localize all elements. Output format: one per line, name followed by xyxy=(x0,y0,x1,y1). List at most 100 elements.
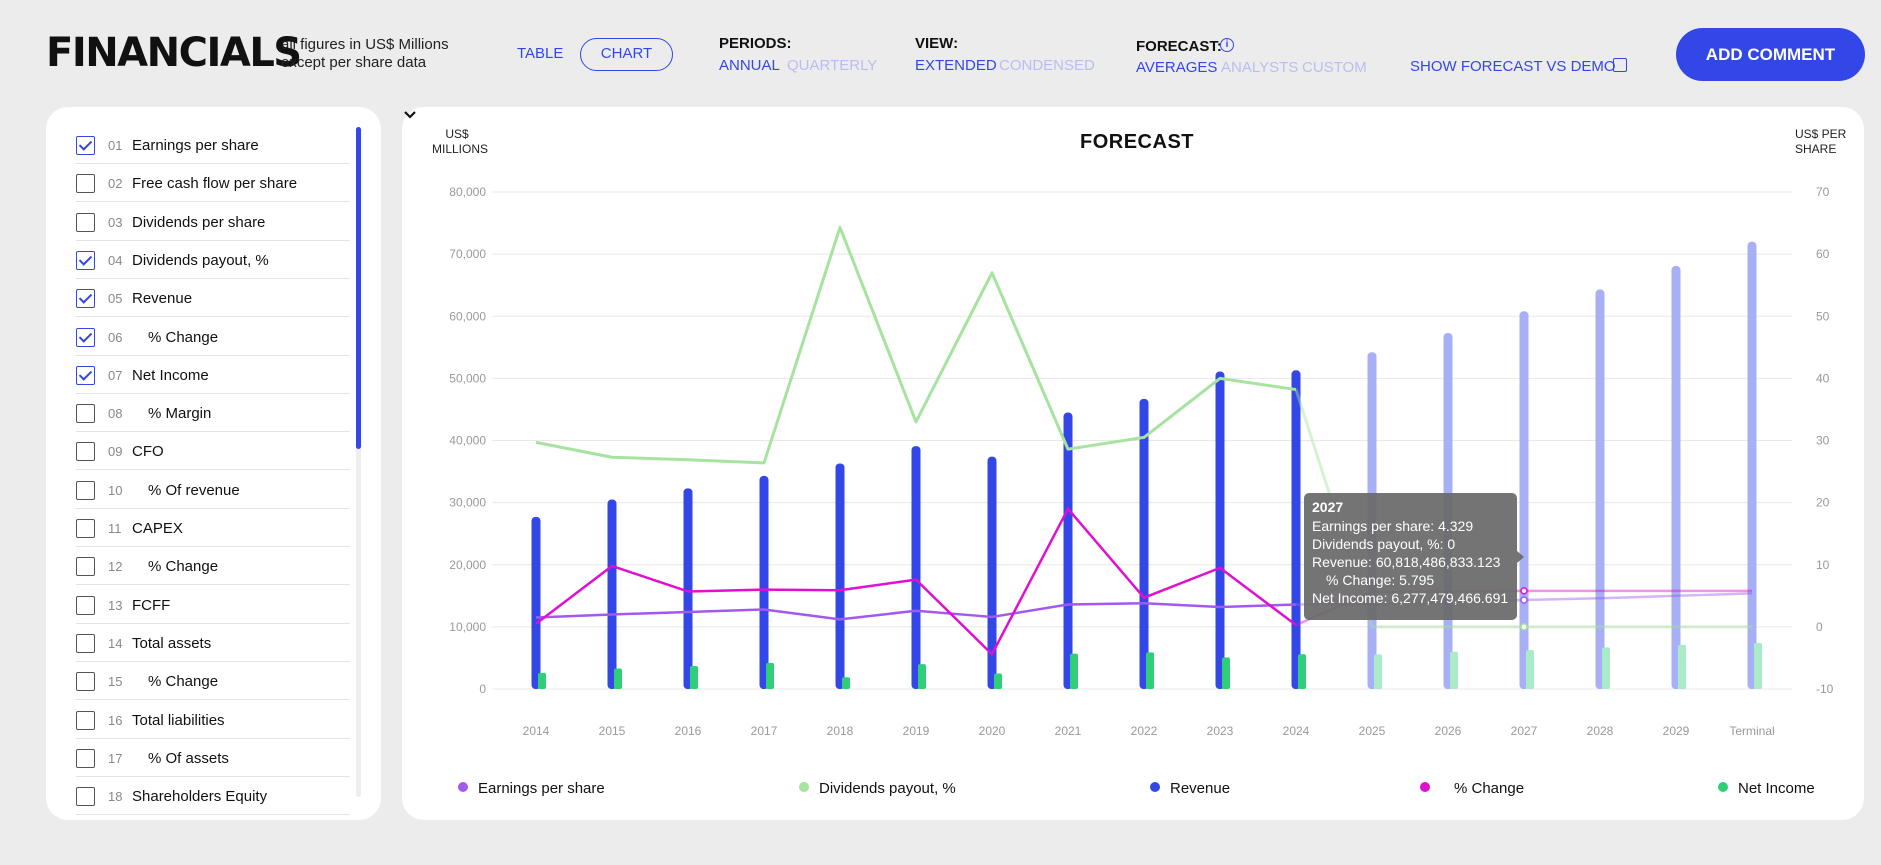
x-axis-tick: 2016 xyxy=(675,724,702,738)
metric-row[interactable]: 06 % Change xyxy=(76,318,350,356)
metric-label: Dividends per share xyxy=(132,213,266,231)
metric-checkbox[interactable] xyxy=(76,404,95,424)
legend-item[interactable]: Net Income xyxy=(1718,780,1815,797)
metric-row[interactable]: 12 % Change xyxy=(76,547,350,586)
revenue-bar xyxy=(1291,370,1301,689)
view-condensed-option[interactable]: CONDENSED xyxy=(999,57,1095,74)
x-axis-tick: 2028 xyxy=(1587,724,1614,738)
metric-row[interactable]: 08 % Margin xyxy=(76,394,350,433)
metric-row[interactable]: 01 Earnings per share xyxy=(76,126,350,164)
right-axis-tick: 60 xyxy=(1816,247,1830,261)
metric-row[interactable]: 16 Total liabilities xyxy=(76,701,350,739)
metric-label: CFO xyxy=(132,443,164,461)
forecast-dropdown[interactable]: FORECAST xyxy=(1080,131,1194,154)
dividends-payout-hover-marker xyxy=(1520,623,1528,631)
metric-label: Dividends payout, % xyxy=(132,251,269,269)
right-axis-tick: 70 xyxy=(1816,185,1830,199)
units-note-line-1: all figures in US$ Millions xyxy=(281,36,449,53)
metric-checkbox[interactable] xyxy=(76,442,95,462)
legend-label: % Change xyxy=(1454,780,1525,797)
metric-row[interactable]: 02 Free cash flow per share xyxy=(76,164,350,203)
metric-row[interactable]: 15 % Change xyxy=(76,662,350,701)
legend-dot-icon xyxy=(1718,782,1728,792)
left-axis-tick: 70,000 xyxy=(449,247,486,261)
revenue-bar xyxy=(911,446,921,689)
metric-checkbox[interactable] xyxy=(76,748,95,768)
info-icon[interactable]: i xyxy=(1220,38,1234,52)
view-chart-button[interactable]: CHART xyxy=(580,38,673,71)
legend-label: Earnings per share xyxy=(478,780,605,797)
metric-checkbox[interactable] xyxy=(76,289,95,309)
metric-number: 16 xyxy=(108,712,123,728)
tooltip-line: Dividends payout, %: 0 xyxy=(1312,536,1456,552)
tooltip-line: Net Income: 6,277,479,466.691 xyxy=(1312,590,1509,606)
metric-row[interactable]: 17 % Of assets xyxy=(76,739,350,777)
metric-row[interactable]: 04 Dividends payout, % xyxy=(76,241,350,279)
forecast-analysts-option[interactable]: ANALYSTS xyxy=(1221,59,1298,76)
revenue-bar xyxy=(1519,311,1529,689)
chart-panel: 80,000 70,000 60,000 50,000 40,000 30,000 20,0… xyxy=(402,107,1864,820)
legend-item[interactable]: Earnings per share xyxy=(458,780,605,797)
metric-row[interactable]: 09 CFO xyxy=(76,432,350,471)
forecast-custom-option[interactable]: CUSTOM xyxy=(1302,59,1367,76)
show-forecast-vs-demo-label[interactable]: SHOW FORECAST VS DEMO xyxy=(1410,58,1616,75)
periods-annual-option[interactable]: ANNUAL xyxy=(719,57,780,74)
view-extended-option[interactable]: EXTENDED xyxy=(915,57,997,74)
metrics-panel: 01 Earnings per share 02 Free cash flow per… xyxy=(46,107,381,820)
metric-checkbox[interactable] xyxy=(76,519,95,538)
legend-item[interactable]: Revenue xyxy=(1150,780,1230,797)
metric-number: 10 xyxy=(108,482,123,498)
metric-checkbox[interactable] xyxy=(76,327,95,347)
periods-quarterly-option[interactable]: QUARTERLY xyxy=(787,57,877,74)
metric-row[interactable]: 03 Dividends per share xyxy=(76,203,350,241)
net-income-bar xyxy=(1602,647,1610,689)
metric-checkbox[interactable] xyxy=(76,787,95,807)
metric-row[interactable]: 05 Revenue xyxy=(76,279,350,318)
metric-label: % Of revenue xyxy=(148,481,240,499)
chevron-down-icon[interactable] xyxy=(402,107,418,123)
chart-tooltip: 2027 Earnings per share: 4.329 Dividends… xyxy=(1304,493,1524,620)
right-axis-unit: US$ PER SHARE xyxy=(1795,127,1855,157)
net-income-bar xyxy=(1754,643,1762,689)
metric-number: 06 xyxy=(108,329,123,345)
metric-checkbox[interactable] xyxy=(76,174,95,194)
net-income-bar xyxy=(1678,644,1686,689)
metric-checkbox[interactable] xyxy=(76,595,95,615)
right-axis-tick: 50 xyxy=(1816,309,1830,323)
metric-label: Revenue xyxy=(132,290,193,308)
metric-checkbox[interactable] xyxy=(76,557,95,577)
dividends-payout-line xyxy=(535,225,1297,465)
metric-number: 15 xyxy=(108,674,123,690)
metric-checkbox[interactable] xyxy=(76,480,95,500)
metric-row[interactable]: 11 CAPEX xyxy=(76,509,350,547)
scrollbar-thumb[interactable] xyxy=(356,127,361,449)
forecast-label: FORECAST: xyxy=(1136,38,1222,55)
legend-item[interactable]: Dividends payout, % xyxy=(799,780,956,797)
legend-item[interactable]: % Change xyxy=(1420,780,1524,797)
metric-row[interactable]: 07 Net Income xyxy=(76,356,350,394)
metric-number: 04 xyxy=(108,252,123,268)
metric-checkbox[interactable] xyxy=(76,633,95,653)
metric-checkbox[interactable] xyxy=(76,672,95,692)
metric-checkbox[interactable] xyxy=(76,136,95,155)
view-table-button[interactable]: TABLE xyxy=(517,45,563,62)
add-comment-button[interactable]: ADD COMMENT xyxy=(1676,28,1865,81)
net-income-bar xyxy=(690,666,698,689)
metric-label: % Margin xyxy=(148,405,212,423)
legend-label: Net Income xyxy=(1738,780,1815,797)
metric-row[interactable]: 10 % Of revenue xyxy=(76,471,350,509)
metric-number: 07 xyxy=(108,367,123,383)
right-axis-tick: 30 xyxy=(1816,434,1830,448)
metric-checkbox[interactable] xyxy=(76,710,95,730)
metric-row[interactable]: 14 Total assets xyxy=(76,624,350,662)
metric-label: Total liabilities xyxy=(132,711,225,729)
periods-label: PERIODS: xyxy=(719,35,792,52)
metric-checkbox[interactable] xyxy=(76,250,95,270)
metric-checkbox[interactable] xyxy=(76,365,95,385)
metric-number: 18 xyxy=(108,789,123,805)
metric-row[interactable]: 18 Shareholders Equity xyxy=(76,777,350,816)
show-forecast-vs-demo-checkbox[interactable] xyxy=(1613,58,1627,72)
forecast-averages-option[interactable]: AVERAGES xyxy=(1136,59,1217,76)
metric-checkbox[interactable] xyxy=(76,212,95,232)
metric-row[interactable]: 13 FCFF xyxy=(76,586,350,624)
